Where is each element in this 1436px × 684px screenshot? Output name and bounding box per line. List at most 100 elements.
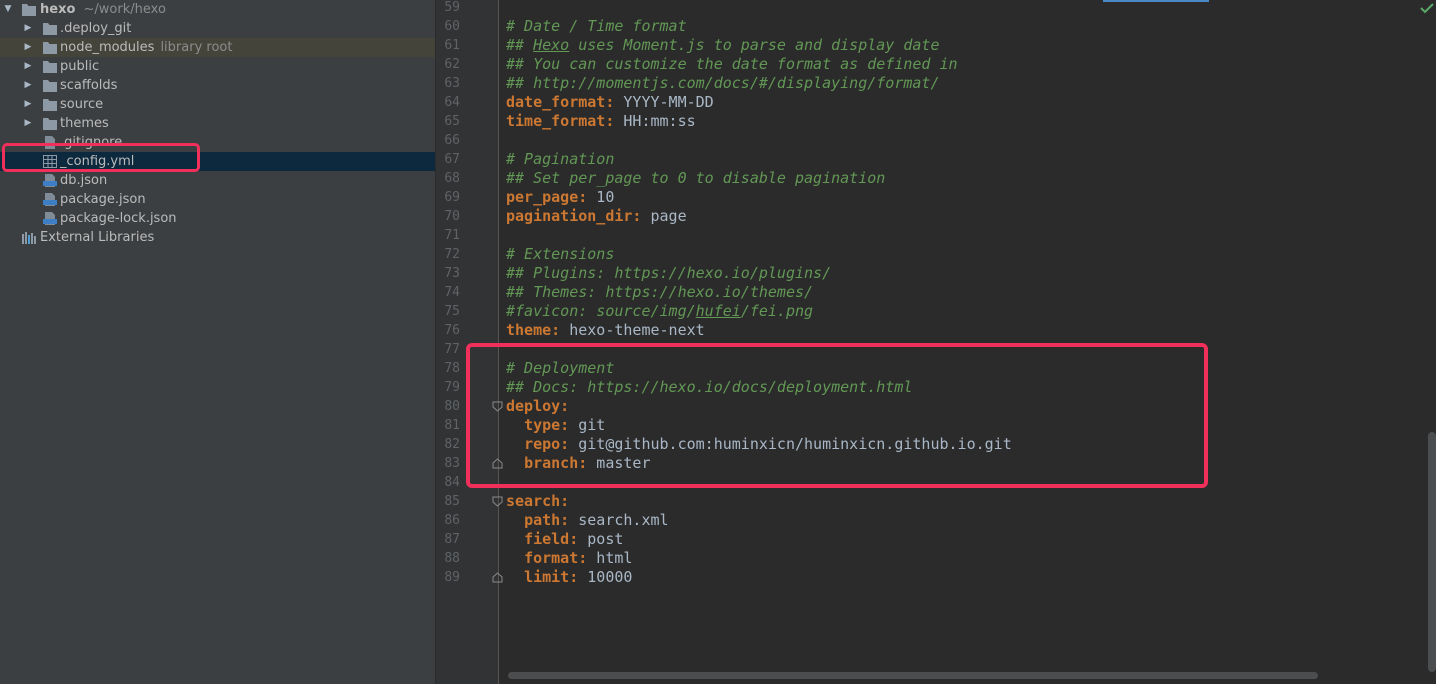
code-line[interactable]: # Pagination bbox=[506, 150, 614, 169]
code-editor[interactable]: # Date / Time format ## Hexo uses Moment.… bbox=[436, 0, 1436, 684]
tree-item-source[interactable]: ▶ source bbox=[0, 95, 435, 114]
external-libraries-label: External Libraries bbox=[40, 230, 155, 245]
code-line[interactable]: field: post bbox=[506, 530, 623, 549]
tree-item-label: .deploy_git bbox=[60, 21, 132, 36]
folder-icon bbox=[43, 117, 57, 130]
line-number: 61 bbox=[444, 38, 460, 53]
line-number: 70 bbox=[444, 209, 460, 224]
expand-arrow-icon[interactable]: ▶ bbox=[22, 38, 34, 57]
json-file-icon bbox=[43, 174, 57, 187]
tree-external-libraries[interactable]: External Libraries bbox=[0, 228, 435, 247]
code-line[interactable]: ## http://momentjs.com/docs/#/displaying… bbox=[506, 74, 939, 93]
code-key: time_format: bbox=[506, 112, 615, 130]
tree-item-node-modules[interactable]: ▶ node_modules library root bbox=[0, 38, 435, 57]
root-path: ~/work/hexo bbox=[83, 2, 166, 17]
code-key: date_format: bbox=[506, 93, 615, 111]
code-key: per_page: bbox=[506, 188, 588, 206]
tree-item-label: themes bbox=[60, 116, 109, 131]
fold-collapse-icon[interactable] bbox=[492, 496, 503, 507]
code-line[interactable]: search: bbox=[506, 492, 569, 511]
line-number: 68 bbox=[444, 171, 460, 186]
code-comment: # Date / Time format bbox=[506, 17, 687, 35]
line-number: 85 bbox=[444, 494, 460, 509]
line-number: 71 bbox=[444, 228, 460, 243]
fold-end-icon[interactable] bbox=[492, 572, 503, 583]
tree-item-db-json[interactable]: db.json bbox=[0, 171, 435, 190]
line-number: 76 bbox=[444, 323, 460, 338]
code-line[interactable]: ## Hexo uses Moment.js to parse and disp… bbox=[506, 36, 939, 55]
line-number: 67 bbox=[444, 152, 460, 167]
code-line[interactable]: # Date / Time format bbox=[506, 17, 687, 36]
code-line[interactable]: format: html bbox=[506, 549, 632, 568]
tree-item-label: public bbox=[60, 59, 100, 74]
code-key: format: bbox=[524, 549, 588, 567]
line-number: 66 bbox=[444, 133, 460, 148]
code-line[interactable]: ## Themes: https://hexo.io/themes/ bbox=[506, 283, 813, 302]
line-number: 82 bbox=[444, 437, 460, 452]
tree-item-scaffolds[interactable]: ▶ scaffolds bbox=[0, 76, 435, 95]
line-number: 64 bbox=[444, 95, 460, 110]
horizontal-scrollbar[interactable] bbox=[508, 672, 1318, 679]
code-value: html bbox=[587, 549, 633, 567]
code-line[interactable]: path: search.xml bbox=[506, 511, 669, 530]
line-number: 87 bbox=[444, 532, 460, 547]
code-value: post bbox=[578, 530, 624, 548]
deployment-highlight-box bbox=[466, 343, 1208, 488]
code-line[interactable]: pagination_dir: page bbox=[506, 207, 687, 226]
line-number: 86 bbox=[444, 513, 460, 528]
code-comment: ## bbox=[506, 36, 534, 54]
tree-item-package-json[interactable]: package.json bbox=[0, 190, 435, 209]
expand-arrow-icon[interactable]: ▶ bbox=[22, 114, 34, 133]
expand-arrow-icon[interactable]: ▼ bbox=[2, 0, 14, 19]
json-file-icon bbox=[43, 193, 57, 206]
folder-icon bbox=[22, 3, 36, 16]
inspection-ok-check-icon[interactable] bbox=[1420, 2, 1434, 14]
code-key: path: bbox=[524, 511, 570, 529]
code-comment: #favicon: source/img/ bbox=[506, 302, 696, 320]
code-comment: ## You can customize the date format as … bbox=[506, 55, 958, 73]
line-number: 69 bbox=[444, 190, 460, 205]
code-line[interactable]: ## You can customize the date format as … bbox=[506, 55, 958, 74]
libraries-icon bbox=[22, 231, 36, 244]
expand-arrow-icon[interactable]: ▶ bbox=[22, 19, 34, 38]
line-number: 62 bbox=[444, 57, 460, 72]
line-number: 88 bbox=[444, 551, 460, 566]
tree-item-hint: library root bbox=[160, 40, 233, 55]
folder-icon bbox=[43, 41, 57, 54]
code-line[interactable]: date_format: YYYY-MM-DD bbox=[506, 93, 714, 112]
fold-collapse-icon[interactable] bbox=[492, 401, 503, 412]
code-line[interactable]: # Extensions bbox=[506, 245, 614, 264]
code-line[interactable]: ## Set per_page to 0 to disable paginati… bbox=[506, 169, 885, 188]
vertical-scrollbar[interactable] bbox=[1428, 432, 1436, 672]
code-comment-underlined: hufei bbox=[695, 302, 741, 320]
tree-item-themes[interactable]: ▶ themes bbox=[0, 114, 435, 133]
tree-item-label: package-lock.json bbox=[60, 211, 177, 226]
expand-arrow-icon[interactable]: ▶ bbox=[22, 57, 34, 76]
tree-item-label: source bbox=[60, 97, 104, 112]
code-line[interactable]: #favicon: source/img/hufei/fei.png bbox=[506, 302, 813, 321]
line-number: 79 bbox=[444, 380, 460, 395]
tree-item-public[interactable]: ▶ public bbox=[0, 57, 435, 76]
code-line[interactable]: ## Plugins: https://hexo.io/plugins/ bbox=[506, 264, 831, 283]
line-number: 75 bbox=[444, 304, 460, 319]
tree-item-package-lock-json[interactable]: package-lock.json bbox=[0, 209, 435, 228]
code-value bbox=[506, 530, 524, 548]
line-number: 89 bbox=[444, 570, 460, 585]
tree-root-hexo[interactable]: ▼ hexo ~/work/hexo bbox=[0, 0, 435, 19]
code-line[interactable]: theme: hexo-theme-next bbox=[506, 321, 705, 340]
expand-arrow-icon[interactable]: ▶ bbox=[22, 95, 34, 114]
folder-icon bbox=[43, 60, 57, 73]
code-value: 10 bbox=[587, 188, 615, 206]
code-key: field: bbox=[524, 530, 579, 548]
code-comment: /fei.png bbox=[740, 302, 814, 320]
code-value: YYYY-MM-DD bbox=[614, 93, 714, 111]
line-number: 59 bbox=[444, 0, 460, 15]
fold-end-icon[interactable] bbox=[492, 458, 503, 469]
code-line[interactable]: time_format: HH:mm:ss bbox=[506, 112, 696, 131]
code-value: HH:mm:ss bbox=[614, 112, 696, 130]
code-line[interactable]: per_page: 10 bbox=[506, 188, 614, 207]
expand-arrow-icon[interactable]: ▶ bbox=[22, 76, 34, 95]
tree-item-deploy-git[interactable]: ▶ .deploy_git bbox=[0, 19, 435, 38]
line-number: 83 bbox=[444, 456, 460, 471]
code-line[interactable]: limit: 10000 bbox=[506, 568, 632, 587]
